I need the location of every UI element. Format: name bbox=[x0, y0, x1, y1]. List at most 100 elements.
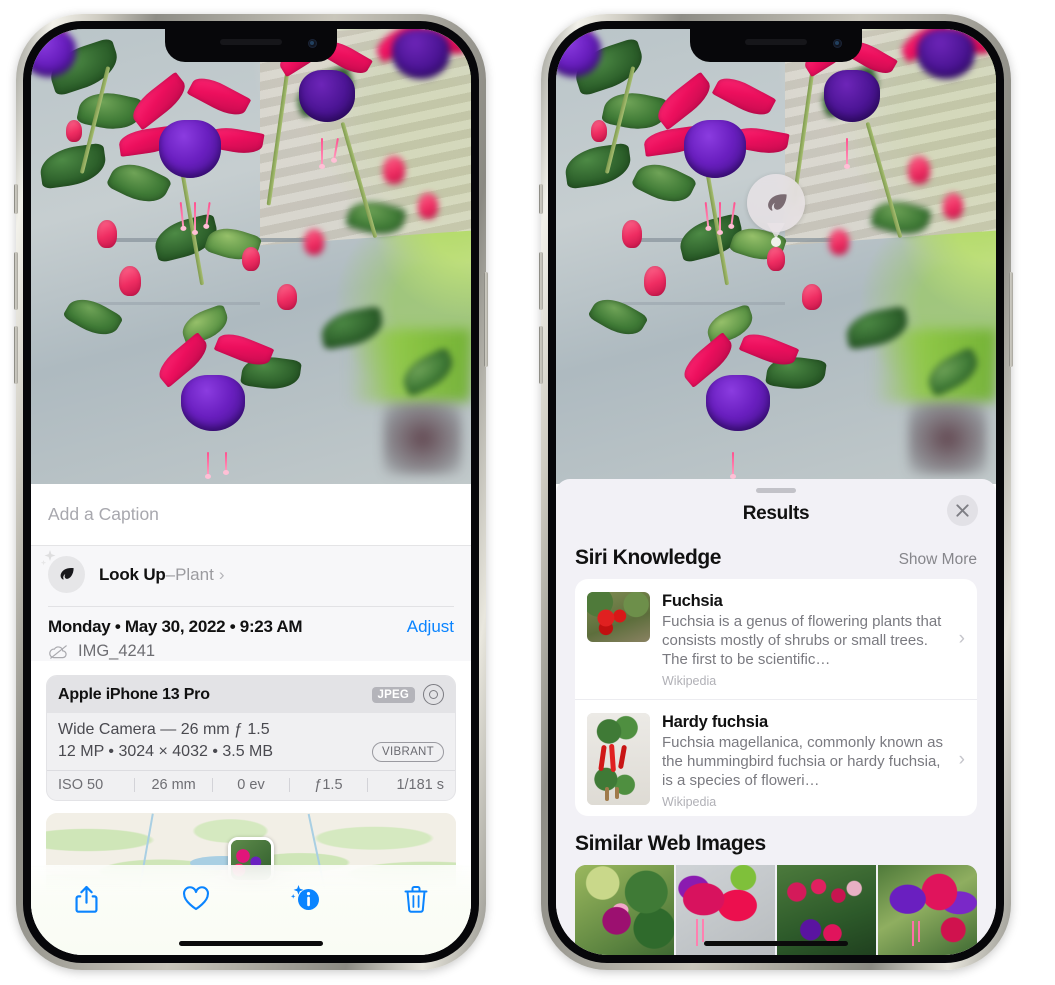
flower-bud bbox=[97, 220, 117, 249]
flower-bud bbox=[277, 283, 298, 310]
siri-knowledge-header: Siri Knowledge Show More bbox=[556, 534, 996, 579]
adjust-button[interactable]: Adjust bbox=[407, 617, 454, 637]
photo-date: Monday • May 30, 2022 • 9:23 AM bbox=[48, 617, 303, 636]
knowledge-title: Fuchsia bbox=[662, 592, 723, 611]
flower-bud bbox=[119, 265, 141, 296]
flower-bud bbox=[644, 265, 666, 296]
web-image-thumb[interactable] bbox=[575, 864, 674, 955]
knowledge-description: Fuchsia is a genus of flowering plants t… bbox=[662, 613, 942, 669]
close-icon bbox=[956, 504, 969, 517]
exif-card[interactable]: Apple iPhone 13 Pro JPEG Wide Camera — 2… bbox=[46, 675, 456, 801]
photo-filename: IMG_4241 bbox=[78, 642, 156, 660]
look-up-row[interactable]: Look Up – Plant › bbox=[31, 546, 471, 603]
porch-rail-2 bbox=[83, 302, 260, 305]
volume-down-button[interactable] bbox=[539, 326, 543, 384]
lens-icon bbox=[423, 684, 444, 705]
sparkles-icon bbox=[40, 550, 56, 566]
flower-bud bbox=[303, 229, 324, 256]
knowledge-item[interactable]: Fuchsia Fuchsia is a genus of flowering … bbox=[575, 579, 977, 699]
flower-bud bbox=[383, 156, 405, 185]
results-sheet: Results Siri Knowledge Show More Fuchsia… bbox=[556, 479, 996, 955]
caption-input[interactable] bbox=[48, 504, 454, 525]
mute-switch[interactable] bbox=[14, 184, 18, 214]
device-bezel: Results Siri Knowledge Show More Fuchsia… bbox=[548, 21, 1004, 963]
porch-rail-2 bbox=[608, 302, 785, 305]
volume-down-button[interactable] bbox=[14, 326, 18, 384]
earpiece-speaker bbox=[220, 39, 282, 45]
flower-bud bbox=[242, 247, 261, 272]
results-title: Results bbox=[742, 502, 810, 524]
divider bbox=[48, 606, 454, 607]
blurred-object bbox=[383, 402, 463, 475]
flower-bud bbox=[591, 120, 608, 142]
favorite-button[interactable] bbox=[173, 879, 219, 919]
knowledge-text: Hardy fuchsia Fuchsia magellanica, commo… bbox=[662, 713, 965, 809]
look-up-icon-wrap bbox=[40, 550, 85, 593]
screen-left: Look Up – Plant › Monday • May 30, 2022 … bbox=[31, 29, 471, 955]
icloud-slash-icon bbox=[49, 644, 67, 659]
power-button[interactable] bbox=[1009, 272, 1013, 367]
exif-exposure-value: 0 ev bbox=[237, 777, 265, 793]
exif-size-row: 12 MP • 3024 × 4032 • 3.5 MB VIBRANT bbox=[58, 742, 444, 762]
close-button[interactable] bbox=[947, 494, 978, 526]
flower-bud bbox=[802, 283, 823, 310]
device-notch bbox=[165, 29, 337, 62]
image-size-info: 12 MP • 3024 × 4032 • 3.5 MB bbox=[58, 743, 274, 760]
knowledge-item[interactable]: Hardy fuchsia Fuchsia magellanica, commo… bbox=[575, 699, 977, 816]
iphone-right-device: Results Siri Knowledge Show More Fuchsia… bbox=[539, 14, 1013, 970]
knowledge-source: Wikipedia bbox=[662, 674, 717, 689]
similar-web-images-header: Similar Web Images bbox=[556, 816, 996, 865]
exif-iso: ISO 50 bbox=[58, 777, 104, 793]
home-indicator[interactable] bbox=[704, 941, 848, 946]
front-camera bbox=[308, 39, 317, 48]
camera-device-name: Apple iPhone 13 Pro bbox=[58, 685, 210, 703]
chevron-right-icon: › bbox=[958, 628, 965, 650]
chevron-right-icon: › bbox=[958, 749, 965, 771]
home-indicator[interactable] bbox=[179, 941, 323, 946]
share-button[interactable] bbox=[63, 879, 109, 919]
flower-bud bbox=[908, 156, 930, 185]
format-badge: JPEG bbox=[371, 686, 415, 703]
leaf-icon bbox=[767, 193, 787, 211]
exif-aperture: ƒ1.5 bbox=[314, 777, 343, 793]
power-button[interactable] bbox=[484, 272, 488, 367]
knowledge-thumbnail bbox=[587, 592, 650, 643]
visual-lookup-badge[interactable] bbox=[747, 174, 805, 239]
flower-bud bbox=[943, 192, 964, 219]
volume-up-button[interactable] bbox=[539, 252, 543, 310]
earpiece-speaker bbox=[745, 39, 807, 45]
photographic-style-badge: VIBRANT bbox=[372, 742, 444, 762]
web-image-thumb[interactable] bbox=[878, 864, 977, 955]
flower-bud bbox=[66, 120, 83, 142]
share-icon bbox=[74, 885, 98, 913]
similar-web-images-title: Similar Web Images bbox=[575, 831, 766, 855]
info-button[interactable] bbox=[283, 879, 329, 919]
exif-shutter-speed: 1/181 s bbox=[396, 777, 445, 793]
siri-knowledge-card: Fuchsia Fuchsia is a genus of flowering … bbox=[575, 579, 977, 816]
photo-viewer[interactable] bbox=[556, 29, 996, 484]
iphone-left-device: Look Up – Plant › Monday • May 30, 2022 … bbox=[14, 14, 488, 970]
knowledge-description: Fuchsia magellanica, commonly known as t… bbox=[662, 734, 943, 790]
exif-body: Wide Camera — 26 mm ƒ 1.5 12 MP • 3024 ×… bbox=[47, 713, 455, 770]
delete-button[interactable] bbox=[393, 879, 439, 919]
caption-row[interactable] bbox=[31, 484, 471, 546]
show-more-button[interactable]: Show More bbox=[899, 551, 977, 569]
photo-toolbar bbox=[31, 865, 471, 955]
exif-stats-row: ISO 50 26 mm 0 ev ƒ1.5 1/181 s bbox=[47, 770, 455, 800]
flower-bud bbox=[418, 192, 439, 219]
knowledge-text: Fuchsia Fuchsia is a genus of flowering … bbox=[662, 592, 965, 688]
exif-header-right: JPEG bbox=[371, 684, 444, 705]
look-up-subject: Plant bbox=[175, 564, 214, 584]
flower-bud bbox=[622, 220, 642, 249]
knowledge-thumbnail bbox=[587, 713, 650, 806]
results-header: Results bbox=[556, 493, 996, 534]
metadata-file-row: IMG_4241 bbox=[48, 642, 454, 661]
look-up-label: Look Up bbox=[99, 564, 166, 584]
look-up-dash: – bbox=[165, 564, 176, 584]
camera-lens-info: Wide Camera — 26 mm ƒ 1.5 bbox=[58, 721, 270, 738]
photo-viewer[interactable] bbox=[31, 29, 471, 484]
mute-switch[interactable] bbox=[539, 184, 543, 214]
volume-up-button[interactable] bbox=[14, 252, 18, 310]
heart-icon bbox=[183, 886, 209, 911]
screen-right: Results Siri Knowledge Show More Fuchsia… bbox=[556, 29, 996, 955]
